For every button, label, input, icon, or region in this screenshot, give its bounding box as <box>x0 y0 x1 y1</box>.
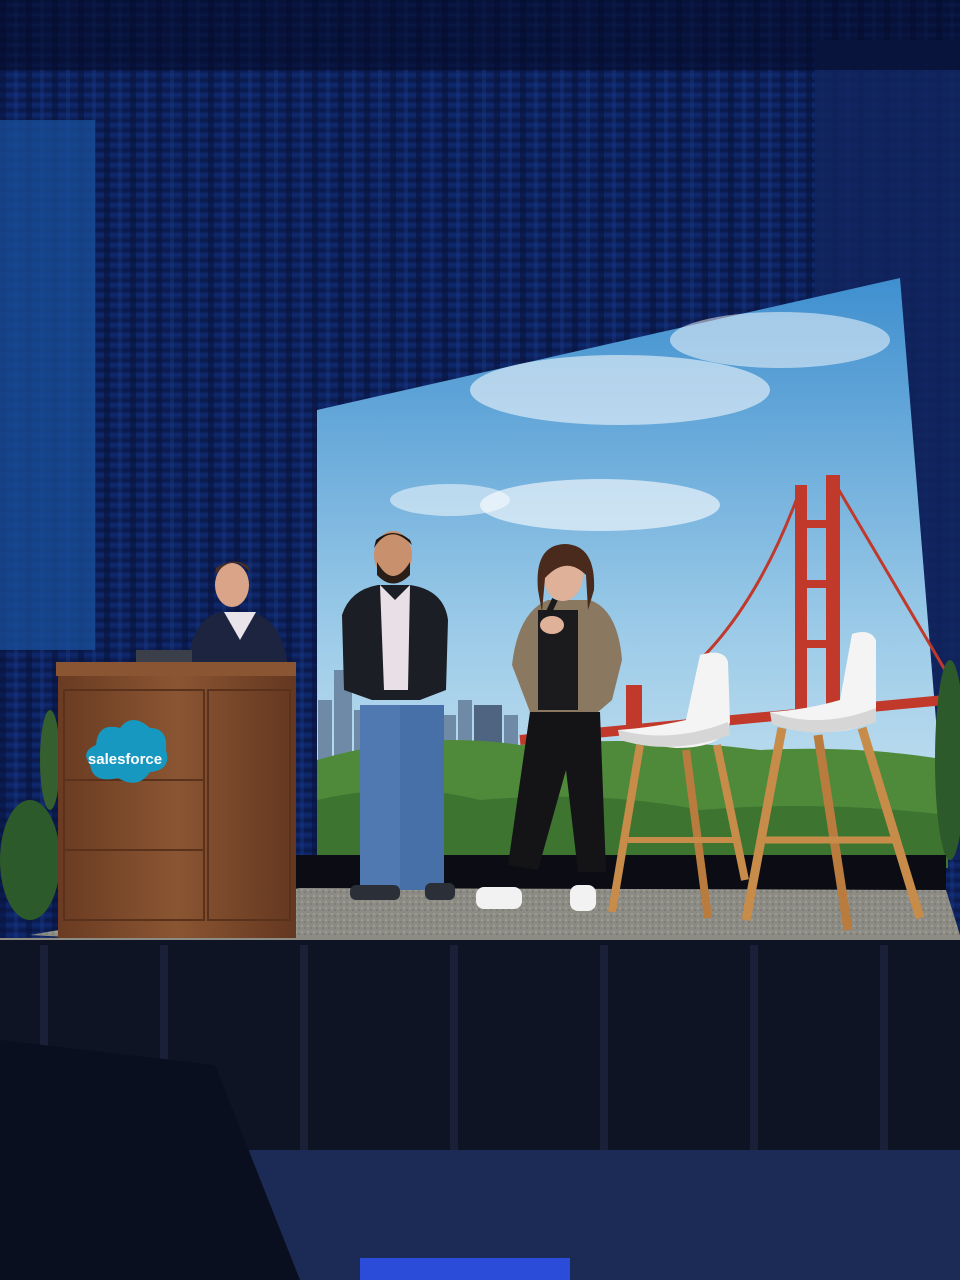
podium-logo-text: salesforce <box>88 751 162 768</box>
cloud <box>670 312 890 368</box>
ceiling-shadow <box>0 0 960 70</box>
cloud <box>390 484 510 516</box>
laptop <box>136 650 192 662</box>
stage-photo: salesforce <box>0 0 960 1280</box>
cloud <box>470 355 770 425</box>
left-wall-light <box>0 120 95 650</box>
cloud <box>480 479 720 531</box>
floor-light <box>360 1258 570 1280</box>
podium <box>56 662 296 938</box>
